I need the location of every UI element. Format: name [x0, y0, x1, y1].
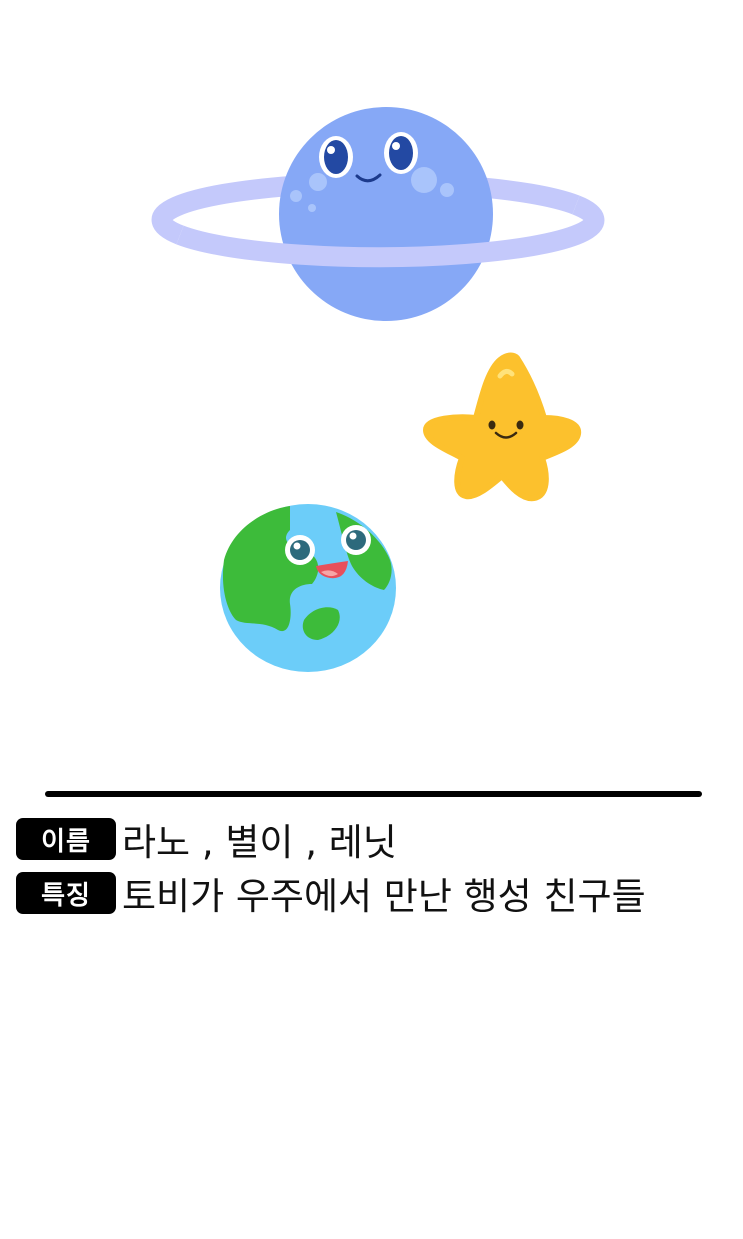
trait-value: 토비가 우주에서 만난 행성 친구들: [122, 875, 646, 918]
section-divider: [45, 791, 702, 797]
trait-label-badge: 특징: [16, 872, 116, 914]
name-value: 라노 , 별이 , 레닛: [122, 821, 397, 864]
name-row: 이름 라노 , 별이 , 레닛: [16, 816, 397, 864]
trait-row: 특징 토비가 우주에서 만난 행성 친구들: [16, 870, 646, 918]
earth-icon: [220, 504, 396, 672]
ringed-planet-icon: [151, 107, 605, 321]
star-icon: [423, 352, 582, 502]
name-label-badge: 이름: [16, 818, 116, 860]
characters-illustration: [151, 107, 605, 672]
